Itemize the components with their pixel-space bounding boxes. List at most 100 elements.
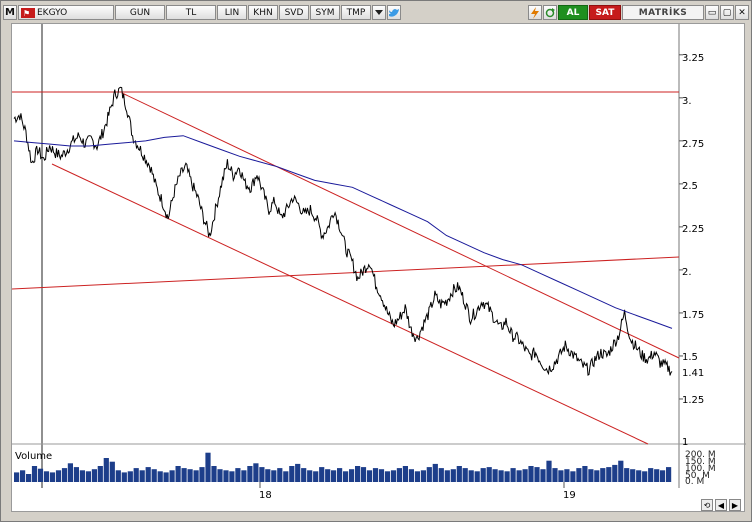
volume-bar xyxy=(360,467,367,482)
volume-bar xyxy=(378,469,385,482)
brand-logo: MATRİKS xyxy=(622,5,704,20)
volume-bar xyxy=(462,468,468,482)
volume-bar xyxy=(636,470,642,482)
volume-bar xyxy=(558,470,564,482)
volume-bar xyxy=(432,463,438,482)
svd-button[interactable]: SVD xyxy=(279,5,309,20)
scroll-left-icon[interactable]: ◀ xyxy=(715,499,727,511)
volume-bar xyxy=(37,468,44,482)
volume-bar xyxy=(259,467,265,482)
volume-bar xyxy=(522,469,528,482)
volume-bar xyxy=(115,470,121,482)
scale-button[interactable]: LIN xyxy=(217,5,247,20)
volume-bar xyxy=(480,468,486,482)
minimize-button[interactable]: ▭ xyxy=(705,5,719,20)
price-chart-svg[interactable] xyxy=(11,24,746,494)
volume-bar xyxy=(205,452,211,482)
volume-bar xyxy=(576,468,582,482)
last-price-label: 1.41 xyxy=(682,368,705,379)
volume-bar xyxy=(516,470,522,482)
buy-button[interactable]: AL xyxy=(558,5,588,20)
volume-bar xyxy=(390,470,397,482)
volume-bar xyxy=(570,471,576,482)
volume-bar xyxy=(648,468,654,482)
volume-bar xyxy=(366,470,373,482)
volume-bar xyxy=(223,470,229,482)
volume-bar xyxy=(444,470,450,482)
x-tick-label-18: 18 xyxy=(259,490,272,501)
refresh-icon[interactable] xyxy=(543,5,557,20)
trend-line xyxy=(11,256,680,290)
volume-bar xyxy=(97,466,103,482)
lightning-icon[interactable] xyxy=(528,5,542,20)
channel-upper-line xyxy=(121,92,680,359)
volume-bar xyxy=(660,470,666,482)
price-chart-area[interactable] xyxy=(11,23,746,494)
volume-bar xyxy=(594,470,600,482)
volume-bar xyxy=(510,468,516,482)
volume-bar xyxy=(486,467,492,482)
volume-bar xyxy=(402,466,408,482)
chart-window: M ⚑ EKGYO GUN TL LIN KHN SVD SYM TMP AL … xyxy=(0,0,752,522)
volume-bar xyxy=(85,471,91,482)
volume-bar xyxy=(121,472,127,482)
volume-bar xyxy=(319,467,325,482)
volume-bar xyxy=(564,469,570,482)
volume-bar xyxy=(325,469,331,482)
y-tick-label: 2.25 xyxy=(682,224,705,235)
volume-bar xyxy=(14,472,20,482)
symbol-selector[interactable]: ⚑ EKGYO xyxy=(18,5,114,20)
volume-label: Volume xyxy=(15,451,53,462)
volume-bar xyxy=(414,471,420,482)
volume-bar xyxy=(289,466,295,482)
volume-bar xyxy=(426,467,432,482)
scroll-right-icon[interactable]: ▶ xyxy=(729,499,741,511)
menu-button[interactable]: M xyxy=(3,5,17,20)
volume-bar xyxy=(498,470,504,482)
symbol-flag-icon: ⚑ xyxy=(21,7,35,18)
period-button[interactable]: GUN xyxy=(115,5,165,20)
volume-bar xyxy=(456,466,462,482)
volume-bar xyxy=(654,469,660,482)
volume-bar xyxy=(540,469,546,482)
y-tick-label: 2.5 xyxy=(682,181,698,192)
currency-button[interactable]: TL xyxy=(166,5,216,20)
sync-icon[interactable]: ⟲ xyxy=(701,499,713,511)
volume-bar xyxy=(396,468,402,482)
volume-bar xyxy=(20,470,26,482)
volume-bar xyxy=(265,469,271,482)
volume-bar xyxy=(612,464,618,482)
volume-bar xyxy=(642,471,648,482)
dropdown-arrow-icon[interactable] xyxy=(372,5,386,20)
sell-button[interactable]: SAT xyxy=(589,5,621,20)
volume-bar xyxy=(277,468,283,482)
volume-bar xyxy=(606,467,612,482)
khn-button[interactable]: KHN xyxy=(248,5,278,20)
volume-bar xyxy=(169,470,175,482)
volume-bar xyxy=(91,469,97,482)
volume-bar xyxy=(271,470,277,482)
sym-button[interactable]: SYM xyxy=(310,5,340,20)
volume-bar xyxy=(355,466,361,482)
volume-bar xyxy=(420,470,426,482)
y-tick-label: 1 xyxy=(682,437,689,448)
close-button[interactable]: ✕ xyxy=(735,5,749,20)
volume-bar xyxy=(175,466,181,482)
volume-bar xyxy=(468,470,474,482)
volume-bar xyxy=(241,470,247,482)
volume-bar xyxy=(546,460,552,482)
volume-bar xyxy=(163,472,169,482)
volume-bar xyxy=(73,467,79,482)
volume-bar xyxy=(337,468,343,482)
y-tick-label: 3.25 xyxy=(682,53,705,64)
volume-bar xyxy=(450,469,456,482)
volume-bar xyxy=(349,469,355,482)
volume-tick-label: 0. M xyxy=(685,477,705,487)
volume-bar xyxy=(103,458,109,482)
twitter-icon[interactable] xyxy=(387,5,401,20)
volume-bar xyxy=(43,471,50,482)
volume-bar xyxy=(187,469,193,482)
volume-bar xyxy=(133,468,139,482)
template-button[interactable]: TMP xyxy=(341,5,371,20)
restore-button[interactable]: ▢ xyxy=(720,5,734,20)
